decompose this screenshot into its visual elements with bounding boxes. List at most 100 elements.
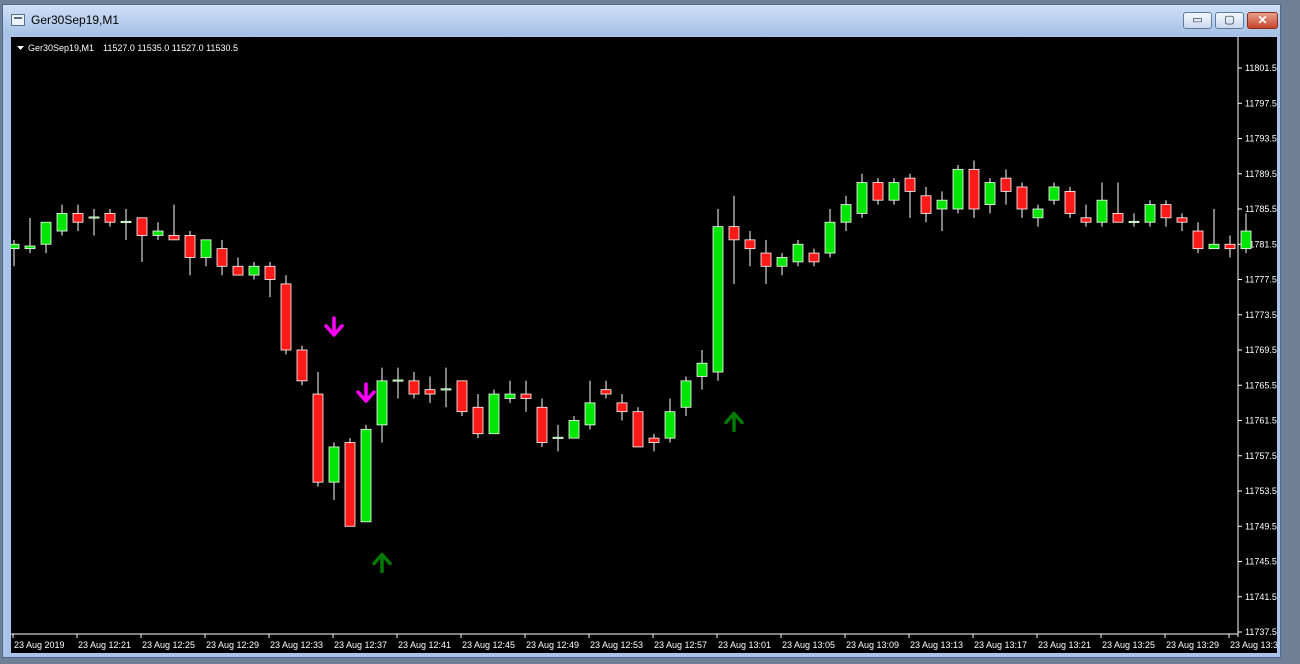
candle[interactable] <box>392 367 404 399</box>
x-tick-label: 23 Aug 13:01 <box>718 640 771 650</box>
candle[interactable] <box>616 394 628 421</box>
candle[interactable] <box>1096 182 1108 227</box>
candle[interactable] <box>968 160 980 218</box>
candle[interactable] <box>56 204 68 236</box>
candle[interactable] <box>264 261 276 298</box>
candle[interactable] <box>728 195 740 284</box>
candle[interactable] <box>760 239 772 284</box>
x-tick-label: 23 Aug 12:33 <box>270 640 323 650</box>
candle-body <box>136 217 148 236</box>
candle-body <box>232 265 244 276</box>
candle-body <box>696 362 708 377</box>
candle[interactable] <box>856 173 868 218</box>
candle[interactable] <box>536 398 548 447</box>
candle[interactable] <box>1144 200 1156 227</box>
candle[interactable] <box>792 239 804 267</box>
chart-area[interactable]: 11801.5 11797.5 11793.5 11789.5 11785.5 11781… <box>8 37 1283 653</box>
candle[interactable] <box>888 178 900 205</box>
x-tick-label: 23 Aug 12:37 <box>334 640 387 650</box>
candle-body <box>1128 220 1140 223</box>
candle[interactable] <box>232 257 244 276</box>
candle[interactable] <box>776 253 788 276</box>
close-button[interactable]: ✕ <box>1247 12 1278 29</box>
candle[interactable] <box>24 217 36 254</box>
candle[interactable] <box>296 345 308 386</box>
candle[interactable] <box>600 380 612 399</box>
candle[interactable] <box>248 261 260 280</box>
y-tick-label: 11757.5 <box>1245 451 1277 461</box>
candle-body <box>184 235 196 258</box>
candle-body <box>952 168 964 210</box>
candle-body <box>392 379 404 382</box>
candlestick-chart[interactable]: 11801.511797.511793.511789.511785.511781… <box>8 37 1283 653</box>
candle[interactable] <box>1048 182 1060 205</box>
candle[interactable] <box>104 209 116 227</box>
candle[interactable] <box>632 407 644 448</box>
candle[interactable] <box>312 372 324 487</box>
candle[interactable] <box>664 398 676 443</box>
candle[interactable] <box>456 380 468 417</box>
candle[interactable] <box>136 217 148 262</box>
candle[interactable] <box>40 221 52 254</box>
candle[interactable] <box>1064 186 1076 218</box>
candle[interactable] <box>952 164 964 214</box>
candle[interactable] <box>1160 200 1172 227</box>
candle[interactable] <box>360 424 372 523</box>
title-bar[interactable]: Ger30Sep19,M1 ▭ ▢ ✕ <box>3 5 1280 35</box>
candle[interactable] <box>184 231 196 276</box>
candle[interactable] <box>1208 209 1220 250</box>
candle[interactable] <box>200 239 212 267</box>
candle[interactable] <box>1016 182 1028 218</box>
candle-body <box>312 393 324 483</box>
candle[interactable] <box>8 239 20 267</box>
candle[interactable] <box>424 376 436 403</box>
minimize-button[interactable]: ▭ <box>1183 12 1212 29</box>
candle[interactable] <box>72 204 84 232</box>
candle[interactable] <box>648 433 660 452</box>
candle[interactable] <box>168 204 180 241</box>
candle[interactable] <box>440 367 452 408</box>
candle[interactable] <box>152 222 164 240</box>
candle[interactable] <box>1128 213 1140 227</box>
candle[interactable] <box>1192 222 1204 254</box>
candle[interactable] <box>280 275 292 355</box>
maximize-button[interactable]: ▢ <box>1215 12 1244 29</box>
chart-window[interactable]: Ger30Sep19,M1 ▭ ▢ ✕ 11801.5 11797.5 11793.… <box>2 4 1283 658</box>
candle[interactable] <box>552 424 564 452</box>
candle-body <box>968 168 980 210</box>
candle[interactable] <box>504 380 516 403</box>
candle[interactable] <box>696 350 708 390</box>
candle[interactable] <box>840 195 852 232</box>
candle[interactable] <box>1080 204 1092 227</box>
candle[interactable] <box>120 209 132 240</box>
candle[interactable] <box>824 209 836 258</box>
candle[interactable] <box>488 389 500 435</box>
candle[interactable] <box>680 376 692 417</box>
candle[interactable] <box>408 372 420 399</box>
candle[interactable] <box>808 248 820 267</box>
candle[interactable] <box>568 416 580 439</box>
candle[interactable] <box>376 367 388 443</box>
candle[interactable] <box>1224 235 1236 258</box>
candle[interactable] <box>344 438 356 527</box>
candle[interactable] <box>520 380 532 412</box>
candle[interactable] <box>936 191 948 232</box>
candle[interactable] <box>328 442 340 500</box>
candle[interactable] <box>984 178 996 214</box>
candle[interactable] <box>216 239 228 276</box>
candle[interactable] <box>872 178 884 205</box>
candle[interactable] <box>472 394 484 439</box>
candle-body <box>1032 208 1044 219</box>
candle[interactable] <box>712 209 724 381</box>
candle[interactable] <box>1112 182 1124 223</box>
candle[interactable] <box>1176 213 1188 232</box>
chart-header-collapse-icon[interactable] <box>17 46 24 50</box>
candle[interactable] <box>904 173 916 218</box>
candle[interactable] <box>744 231 756 267</box>
candle[interactable] <box>88 209 100 236</box>
candle[interactable] <box>1032 204 1044 227</box>
candle[interactable] <box>1000 169 1012 205</box>
candle[interactable] <box>584 380 596 430</box>
candle[interactable] <box>1240 213 1252 254</box>
candle[interactable] <box>920 186 932 223</box>
